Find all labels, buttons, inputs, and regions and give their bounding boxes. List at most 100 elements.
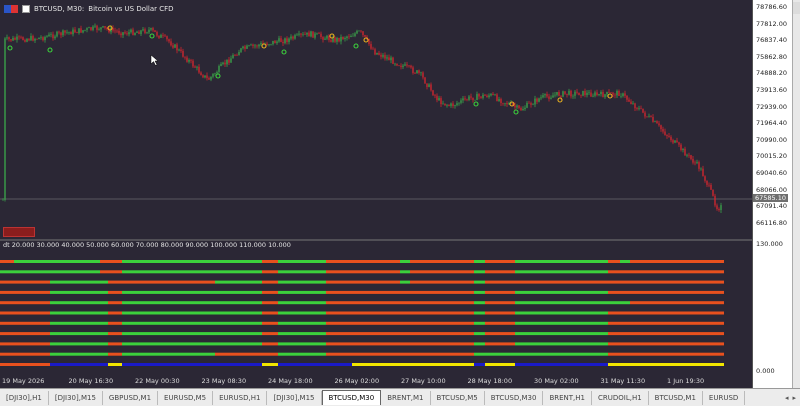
chart-tab[interactable]: [DJI30],H1 xyxy=(0,390,49,405)
candle xyxy=(48,34,50,37)
chart-tab[interactable]: BTCUSD,M30 xyxy=(321,390,382,405)
candle xyxy=(218,66,220,72)
candle xyxy=(312,31,314,38)
chart-tab[interactable]: [DJI30],M15 xyxy=(49,390,103,405)
candle xyxy=(472,97,474,101)
chart-tab[interactable]: BTCUSD,M5 xyxy=(431,390,485,405)
candle xyxy=(616,90,618,96)
candle xyxy=(68,32,70,33)
candle xyxy=(564,91,566,94)
candle xyxy=(62,30,64,36)
scroll-left-icon[interactable]: ◂ xyxy=(785,394,789,402)
candle xyxy=(92,26,94,30)
chart-tab[interactable]: BRENT,H1 xyxy=(543,390,592,405)
candle xyxy=(648,116,650,117)
indicator-band-segment xyxy=(262,342,278,346)
chart-tab[interactable]: GBPUSD,M1 xyxy=(103,390,159,405)
candle xyxy=(356,30,358,34)
indicator-band-segment xyxy=(262,280,278,284)
candle xyxy=(192,60,194,67)
indicator-band-segment xyxy=(326,363,352,366)
candle xyxy=(330,40,332,42)
candle xyxy=(212,73,214,77)
indicator-band-segment xyxy=(485,290,515,294)
indicator-band-segment xyxy=(608,270,630,274)
candle xyxy=(604,94,606,98)
candle xyxy=(518,105,520,108)
price-tick-label: 71964.40 xyxy=(756,119,788,128)
candle xyxy=(64,30,66,33)
candle xyxy=(244,46,246,49)
indicator-band-segment xyxy=(400,280,410,284)
chart-tab[interactable]: [DJI30],M15 xyxy=(267,390,322,405)
indicator-band-segment xyxy=(474,352,485,356)
candle xyxy=(670,136,672,141)
candle xyxy=(660,125,662,130)
candle xyxy=(40,37,42,38)
indicator-band-segment xyxy=(326,332,352,336)
candle xyxy=(448,104,450,106)
candle xyxy=(238,51,240,56)
right-panel-strip: N xyxy=(792,0,800,388)
candle xyxy=(690,155,692,159)
candle xyxy=(54,36,56,39)
candle xyxy=(338,37,340,42)
chart-tab[interactable]: EURUSD xyxy=(703,390,746,405)
chart-tab[interactable]: BTCUSD,M1 xyxy=(649,390,703,405)
candle xyxy=(650,116,652,118)
indicator-band-segment xyxy=(474,321,485,325)
candle xyxy=(710,184,712,190)
chart-tab[interactable]: CRUDOIL,H1 xyxy=(592,390,649,405)
chart-canvas[interactable] xyxy=(0,0,752,388)
candle xyxy=(122,32,124,36)
candle xyxy=(464,98,466,100)
candle xyxy=(610,92,612,94)
indicator-band-segment xyxy=(474,301,485,305)
candle xyxy=(628,99,630,102)
indicator-band-segment xyxy=(278,352,326,356)
price-scale[interactable]: 78786.60 77812.00 76837.40 75862.80 74888.20… xyxy=(752,0,793,388)
candle xyxy=(590,92,592,97)
candle xyxy=(530,103,532,105)
candle xyxy=(426,83,428,87)
indicator-band-segment xyxy=(515,270,608,274)
candle xyxy=(528,102,530,104)
candle xyxy=(248,45,250,46)
chart-header: BTCUSD, M30: Bitcoin vs US Dollar CFD xyxy=(4,3,174,15)
candle xyxy=(18,36,20,38)
scroll-right-icon[interactable]: ▸ xyxy=(792,394,796,402)
indicator-band-segment xyxy=(50,301,108,305)
candle xyxy=(384,55,386,59)
candle xyxy=(644,112,646,117)
chart-tab[interactable]: BTCUSD,M30 xyxy=(485,390,544,405)
indicator-band-segment xyxy=(262,301,278,305)
chart-area[interactable]: BTCUSD, M30: Bitcoin vs US Dollar CFD dt… xyxy=(0,0,752,388)
chart-tab[interactable]: BRENT,M1 xyxy=(381,390,431,405)
indicator-band-segment xyxy=(326,311,352,315)
indicator-band-segment xyxy=(326,342,352,346)
candle xyxy=(230,58,232,63)
candle xyxy=(2,199,4,201)
indicator-band-segment xyxy=(608,301,630,305)
candle xyxy=(116,30,118,32)
candle xyxy=(136,31,138,33)
candle xyxy=(354,33,356,36)
indicator-band-segment xyxy=(630,342,724,346)
candle xyxy=(400,65,402,67)
candle xyxy=(506,103,508,105)
candle xyxy=(226,59,228,65)
candle xyxy=(222,62,224,65)
candle xyxy=(550,97,552,99)
candle xyxy=(474,100,476,101)
candle xyxy=(716,205,718,209)
indicator-band-segment xyxy=(0,301,50,305)
candle xyxy=(8,37,10,40)
candle xyxy=(12,37,14,41)
chart-tab[interactable]: EURUSD,H1 xyxy=(213,390,268,405)
indicator-band-segment xyxy=(352,301,474,305)
trade-level-tag[interactable] xyxy=(3,227,35,237)
chart-tab[interactable]: EURUSD,M5 xyxy=(158,390,214,405)
right-panel-tab[interactable]: N xyxy=(793,2,800,14)
indicator-band-segment xyxy=(630,332,724,336)
candle xyxy=(294,35,296,39)
